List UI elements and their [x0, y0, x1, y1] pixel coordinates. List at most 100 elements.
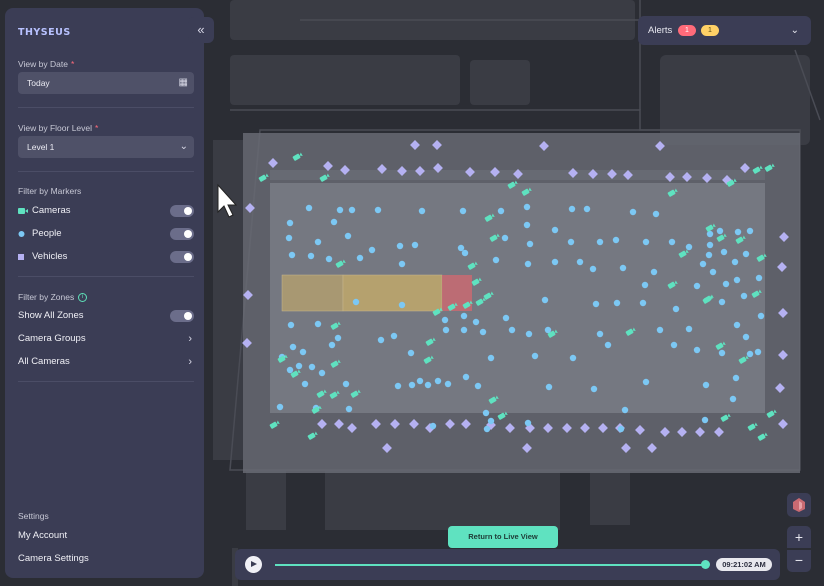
person-marker[interactable]: [377, 336, 385, 344]
person-marker[interactable]: [746, 350, 754, 358]
person-marker[interactable]: [497, 207, 505, 215]
person-marker[interactable]: [590, 385, 598, 393]
camera-groups-row[interactable]: Camera Groups ›: [18, 331, 194, 347]
person-marker[interactable]: [408, 381, 416, 389]
person-marker[interactable]: [474, 382, 482, 390]
person-marker[interactable]: [567, 238, 575, 246]
person-marker[interactable]: [429, 422, 437, 430]
person-marker[interactable]: [734, 228, 742, 236]
date-select[interactable]: Today ▦: [18, 72, 194, 94]
person-marker[interactable]: [629, 208, 637, 216]
my-account-link[interactable]: My Account: [18, 528, 194, 544]
person-marker[interactable]: [307, 252, 315, 260]
person-marker[interactable]: [286, 219, 294, 227]
alerts-dropdown[interactable]: Alerts 1 1 ⌄: [638, 16, 811, 45]
person-marker[interactable]: [650, 268, 658, 276]
play-button[interactable]: [245, 556, 262, 573]
person-marker[interactable]: [411, 241, 419, 249]
person-marker[interactable]: [479, 328, 487, 336]
person-marker[interactable]: [330, 218, 338, 226]
person-marker[interactable]: [459, 207, 467, 215]
info-icon[interactable]: i: [78, 293, 88, 303]
person-marker[interactable]: [288, 251, 296, 259]
person-marker[interactable]: [524, 260, 532, 268]
person-marker[interactable]: [487, 354, 495, 362]
person-marker[interactable]: [685, 243, 693, 251]
person-marker[interactable]: [462, 373, 470, 381]
person-marker[interactable]: [755, 274, 763, 282]
person-marker[interactable]: [344, 232, 352, 240]
person-marker[interactable]: [325, 255, 333, 263]
person-marker[interactable]: [394, 382, 402, 390]
person-marker[interactable]: [613, 299, 621, 307]
person-marker[interactable]: [308, 363, 316, 371]
timeline-track[interactable]: [275, 564, 705, 566]
person-marker[interactable]: [305, 204, 313, 212]
person-marker[interactable]: [596, 330, 604, 338]
person-marker[interactable]: [441, 316, 449, 324]
person-marker[interactable]: [285, 234, 293, 242]
person-marker[interactable]: [276, 403, 284, 411]
person-marker[interactable]: [642, 238, 650, 246]
person-marker[interactable]: [444, 380, 452, 388]
person-marker[interactable]: [524, 419, 532, 427]
person-marker[interactable]: [729, 395, 737, 403]
person-marker[interactable]: [642, 378, 650, 386]
person-marker[interactable]: [693, 282, 701, 290]
person-marker[interactable]: [523, 203, 531, 211]
person-marker[interactable]: [746, 227, 754, 235]
zoom-in-button[interactable]: +: [787, 526, 811, 548]
person-marker[interactable]: [545, 383, 553, 391]
person-marker[interactable]: [398, 301, 406, 309]
person-marker[interactable]: [702, 381, 710, 389]
person-marker[interactable]: [641, 281, 649, 289]
person-marker[interactable]: [328, 341, 336, 349]
person-marker[interactable]: [295, 362, 303, 370]
person-marker[interactable]: [314, 238, 322, 246]
zoom-out-button[interactable]: −: [787, 550, 811, 572]
person-marker[interactable]: [541, 296, 549, 304]
cameras-toggle[interactable]: [170, 205, 194, 217]
person-marker[interactable]: [418, 207, 426, 215]
person-marker[interactable]: [299, 348, 307, 356]
timeline-handle[interactable]: [701, 560, 710, 569]
person-marker[interactable]: [472, 318, 480, 326]
person-marker[interactable]: [621, 406, 629, 414]
camera-settings-link[interactable]: Camera Settings: [18, 551, 194, 567]
people-toggle[interactable]: [170, 228, 194, 240]
person-marker[interactable]: [368, 246, 376, 254]
person-marker[interactable]: [416, 377, 424, 385]
person-marker[interactable]: [740, 292, 748, 300]
person-marker[interactable]: [501, 234, 509, 242]
person-marker[interactable]: [461, 249, 469, 257]
person-marker[interactable]: [287, 321, 295, 329]
person-marker[interactable]: [434, 377, 442, 385]
person-marker[interactable]: [722, 280, 730, 288]
person-marker[interactable]: [483, 425, 491, 433]
person-marker[interactable]: [460, 326, 468, 334]
person-marker[interactable]: [551, 258, 559, 266]
person-marker[interactable]: [442, 326, 450, 334]
person-marker[interactable]: [619, 264, 627, 272]
person-marker[interactable]: [356, 254, 364, 262]
person-marker[interactable]: [742, 333, 750, 341]
person-marker[interactable]: [289, 343, 297, 351]
person-marker[interactable]: [569, 354, 577, 362]
person-marker[interactable]: [668, 238, 676, 246]
person-marker[interactable]: [731, 258, 739, 266]
person-marker[interactable]: [523, 221, 531, 229]
collapse-sidebar-button[interactable]: «: [188, 17, 214, 43]
person-marker[interactable]: [617, 425, 625, 433]
person-marker[interactable]: [460, 312, 468, 320]
person-marker[interactable]: [716, 227, 724, 235]
person-marker[interactable]: [531, 352, 539, 360]
person-marker[interactable]: [348, 206, 356, 214]
person-marker[interactable]: [286, 366, 294, 374]
person-marker[interactable]: [301, 380, 309, 388]
person-marker[interactable]: [342, 380, 350, 388]
person-marker[interactable]: [396, 242, 404, 250]
person-marker[interactable]: [670, 341, 678, 349]
person-marker[interactable]: [685, 325, 693, 333]
person-marker[interactable]: [720, 248, 728, 256]
person-marker[interactable]: [693, 346, 701, 354]
